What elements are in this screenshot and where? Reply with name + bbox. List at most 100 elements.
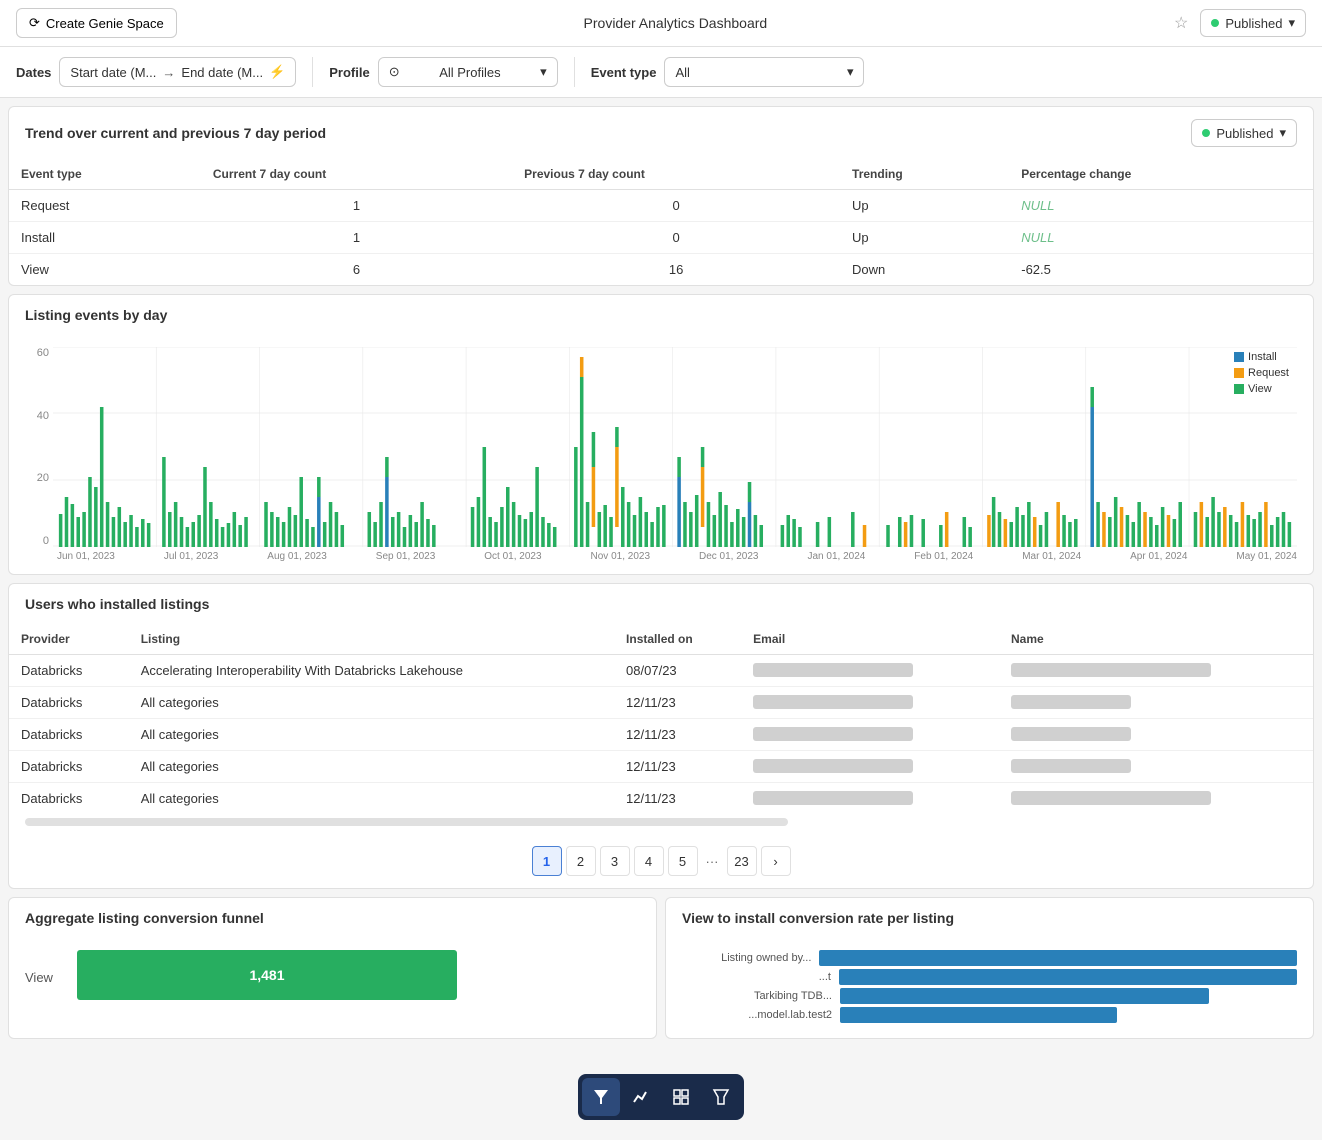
page-title: Provider Analytics Dashboard (189, 15, 1162, 31)
installed-cell: 08/07/23 (614, 655, 741, 687)
funnel-section-title: Aggregate listing conversion funnel (25, 910, 264, 926)
y-label-20: 20 (25, 472, 49, 484)
page-5-button[interactable]: 5 (668, 846, 698, 876)
chevron-down-icon: ▾ (847, 64, 854, 80)
current-count-cell: 1 (201, 222, 512, 254)
event-type-cell: Request (9, 190, 201, 222)
list-item: Tarkibing TDB... (682, 988, 1297, 1004)
legend-view: View (1234, 383, 1289, 395)
listing-cell: All categories (129, 687, 614, 719)
current-count-cell: 1 (201, 190, 512, 222)
all-profiles-icon: ⊙ (389, 64, 400, 80)
listing-cell: All categories (129, 751, 614, 783)
table-row: Databricks All categories 12/11/23 (9, 719, 1313, 751)
page-next-button[interactable]: › (761, 846, 791, 876)
list-item: ...model.lab.test2 (682, 1007, 1297, 1023)
x-label-nov: Nov 01, 2023 (591, 551, 651, 562)
profile-filter-group: Profile ⊙ All Profiles ▾ (329, 57, 557, 87)
bar-label: Tarkibing TDB... (682, 990, 832, 1002)
bar-fill (819, 950, 1297, 966)
trend-published-badge[interactable]: Published ▾ (1191, 119, 1297, 147)
x-label-feb: Feb 01, 2024 (914, 551, 973, 562)
current-count-cell: 6 (201, 254, 512, 286)
chart-section-title: Listing events by day (25, 307, 167, 323)
bottom-row: Aggregate listing conversion funnel View… (8, 897, 1314, 1039)
installs-section-title: Users who installed listings (25, 596, 209, 612)
floating-toolbar (578, 1074, 744, 1120)
trend-section-header: Trend over current and previous 7 day pe… (9, 107, 1313, 159)
installs-section: Users who installed listings Provider Li… (8, 583, 1314, 889)
col-event-type: Event type (9, 159, 201, 190)
x-label-dec: Dec 01, 2023 (699, 551, 759, 562)
lightning-icon: ⚡ (269, 64, 285, 80)
divider-1 (312, 57, 313, 87)
pct-change-cell: NULL (1009, 222, 1313, 254)
request-legend-dot (1234, 368, 1244, 378)
toolbar-grid-button[interactable] (662, 1078, 700, 1116)
toolbar-chart-button[interactable] (622, 1078, 660, 1116)
page-2-button[interactable]: 2 (566, 846, 596, 876)
list-item: ...t (682, 969, 1297, 985)
status-dot (1211, 19, 1219, 27)
event-type-cell: Install (9, 222, 201, 254)
previous-count-cell: 0 (512, 190, 840, 222)
create-genie-space-button[interactable]: ⟳ Create Genie Space (16, 8, 177, 38)
installed-cell: 12/11/23 (614, 751, 741, 783)
funnel-view-label: View (25, 970, 65, 985)
installs-section-header: Users who installed listings (9, 584, 1313, 624)
page-23-button[interactable]: 23 (727, 846, 757, 876)
col-listing: Listing (129, 624, 614, 655)
star-icon[interactable]: ☆ (1174, 13, 1188, 33)
listing-cell: All categories (129, 783, 614, 815)
x-label-jun: Jun 01, 2023 (57, 551, 115, 562)
page-3-button[interactable]: 3 (600, 846, 630, 876)
installs-table: Provider Listing Installed on Email Name… (9, 624, 1313, 814)
provider-cell: Databricks (9, 783, 129, 815)
pct-change-cell: NULL (1009, 190, 1313, 222)
email-cell (741, 719, 999, 751)
page-4-button[interactable]: 4 (634, 846, 664, 876)
funnel-section: Aggregate listing conversion funnel View… (8, 897, 657, 1039)
bar-label: ...t (682, 971, 831, 983)
list-item: Listing owned by... (682, 950, 1297, 966)
funnel-view-bar: 1,481 (77, 950, 457, 1000)
trend-table-header-row: Event type Current 7 day count Previous … (9, 159, 1313, 190)
event-type-select[interactable]: All ▾ (664, 57, 864, 87)
bar-fill (840, 1007, 1117, 1023)
bar-label: Listing owned by... (682, 952, 811, 964)
published-status-badge[interactable]: Published ▾ (1200, 9, 1306, 37)
scroll-bar-track (25, 818, 788, 826)
page-1-button[interactable]: 1 (532, 846, 562, 876)
col-pct-change: Percentage change (1009, 159, 1313, 190)
toolbar-filter-button[interactable] (582, 1078, 620, 1116)
chevron-down-icon: ▾ (1288, 15, 1295, 31)
email-cell (741, 783, 999, 815)
filters-bar: Dates Start date (M... → End date (M... … (0, 47, 1322, 98)
conversion-section-header: View to install conversion rate per list… (666, 898, 1313, 938)
bar-label: ...model.lab.test2 (682, 1009, 832, 1021)
table-row: Install 1 0 Up NULL (9, 222, 1313, 254)
chart-x-labels: Jun 01, 2023 Jul 01, 2023 Aug 01, 2023 S… (57, 547, 1297, 562)
table-row: Databricks All categories 12/11/23 (9, 751, 1313, 783)
y-label-40: 40 (25, 410, 49, 422)
view-legend-dot (1234, 384, 1244, 394)
bar-fill (840, 988, 1209, 1004)
y-label-60: 60 (25, 347, 49, 359)
col-email: Email (741, 624, 999, 655)
x-label-mar: Mar 01, 2024 (1022, 551, 1081, 562)
funnel-section-header: Aggregate listing conversion funnel (9, 898, 656, 938)
pagination: 1 2 3 4 5 ··· 23 › (9, 834, 1313, 888)
email-cell (741, 655, 999, 687)
event-type-cell: View (9, 254, 201, 286)
toolbar-funnel-button[interactable] (702, 1078, 740, 1116)
legend-request: Request (1234, 367, 1289, 379)
chart-container: 60 40 20 0 (9, 335, 1313, 574)
date-range-input[interactable]: Start date (M... → End date (M... ⚡ (59, 57, 296, 87)
provider-cell: Databricks (9, 751, 129, 783)
x-label-jan: Jan 01, 2024 (807, 551, 865, 562)
profile-select[interactable]: ⊙ All Profiles ▾ (378, 57, 558, 87)
dates-filter-group: Dates Start date (M... → End date (M... … (16, 57, 296, 87)
chevron-down-icon: ▾ (540, 64, 547, 80)
status-dot (1202, 129, 1210, 137)
table-scrollbar[interactable] (9, 814, 1313, 834)
